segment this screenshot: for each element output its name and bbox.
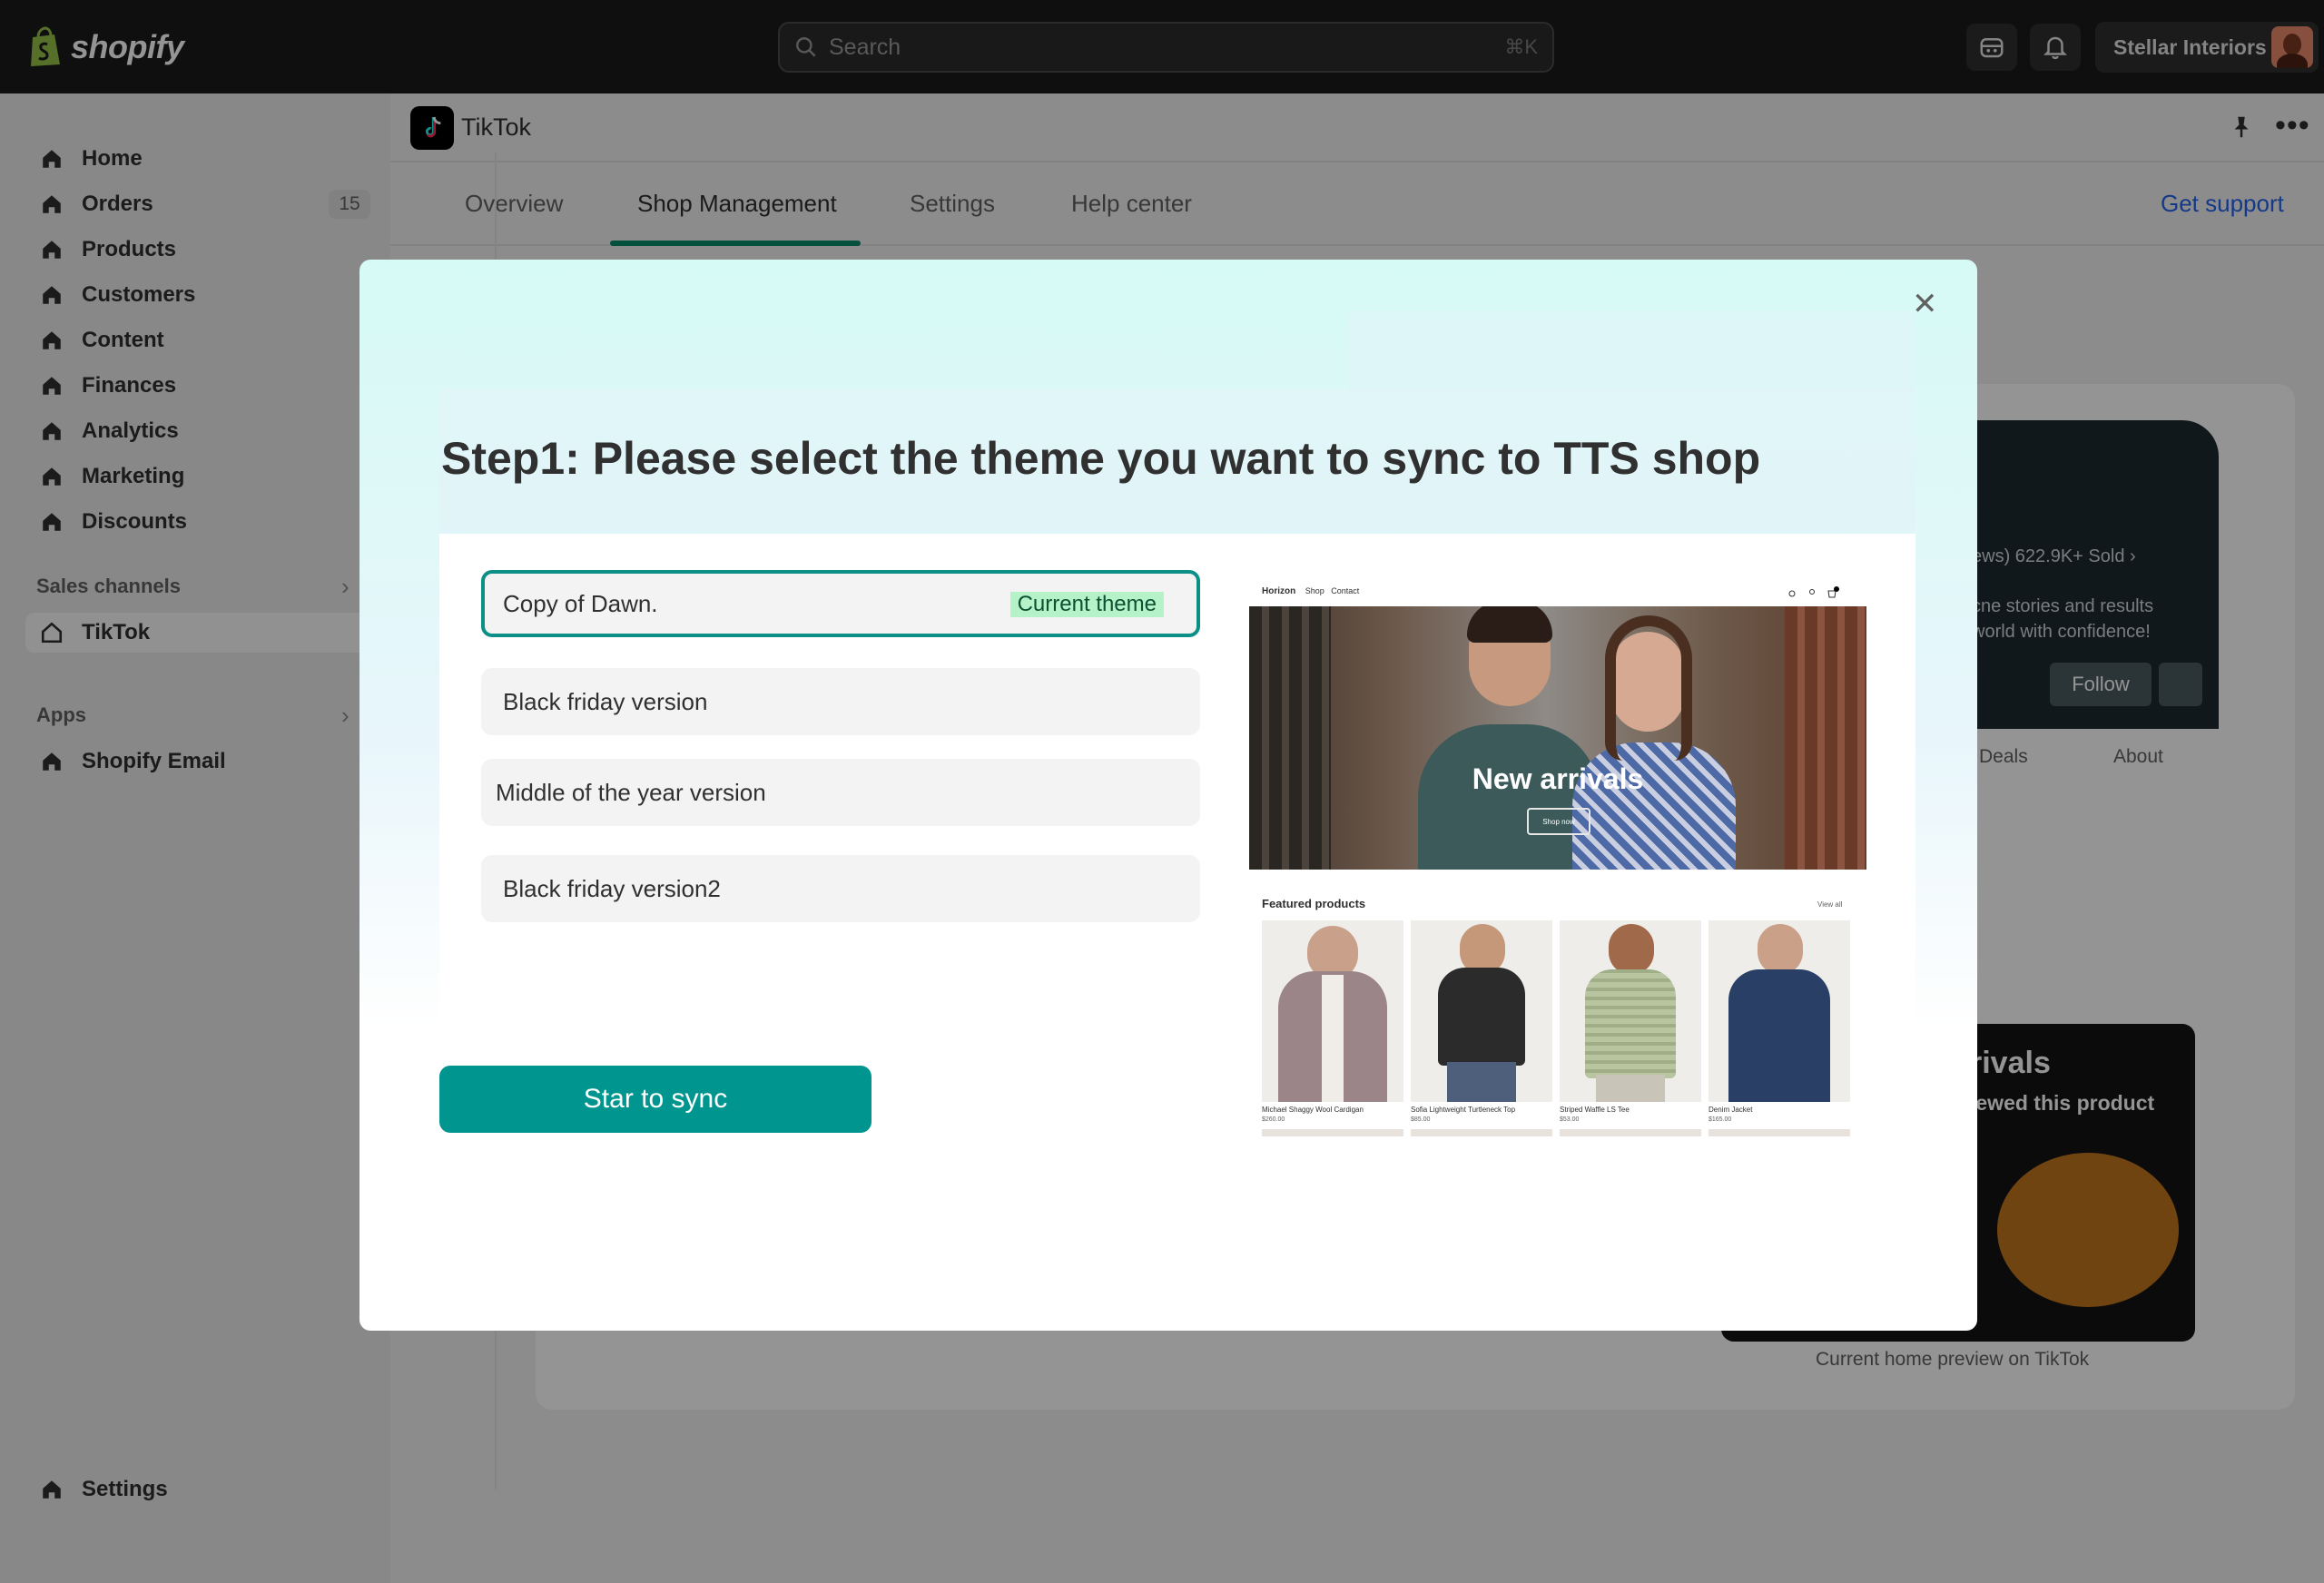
theme-option-black-friday-2[interactable]: Black friday version2 [481,855,1200,922]
preview-product-image [1411,920,1552,1102]
theme-name: Black friday version2 [503,874,721,902]
theme-name: Middle of the year version [496,778,766,806]
preview-hero-text: New arrivals [1472,762,1644,795]
preview-product-row-2 [1560,1129,1701,1136]
preview-product-row-2 [1709,1129,1850,1136]
preview-nav: Horizon Shop Contact [1262,586,1360,596]
theme-preview: Horizon Shop Contact New arrivals Shop n… [1249,574,1866,1136]
preview-header-icons [1788,586,1839,598]
modal-title: Step1: Please select the theme you want … [441,433,1761,484]
preview-product-price: $165.00 [1709,1116,1732,1123]
decor-panel [1349,310,1915,392]
preview-product-row-2 [1262,1129,1403,1136]
preview-product-price: $85.00 [1411,1116,1431,1123]
preview-product-name: Sofia Lightweight Turtleneck Top [1411,1106,1516,1114]
preview-product-price: $53.00 [1560,1116,1580,1123]
preview-product-price: $260.00 [1262,1116,1285,1123]
preview-product-image [1262,920,1403,1102]
theme-option-copy-of-dawn[interactable]: Copy of Dawn. Current theme [481,570,1200,637]
preview-view-all: View all [1817,900,1843,909]
preview-product-name: Striped Waffle LS Tee [1560,1106,1630,1114]
theme-option-middle-of-year[interactable]: Middle of the year version [481,759,1200,826]
start-sync-button[interactable]: Star to sync [439,1066,872,1133]
theme-name: Black friday version [503,687,708,715]
preview-product-name: Denim Jacket [1709,1106,1753,1114]
preview-product-image [1560,920,1701,1102]
theme-name: Copy of Dawn. [503,589,658,617]
theme-sync-modal: ✕ Step1: Please select the theme you wan… [359,260,1977,1331]
preview-product-image [1709,920,1850,1102]
preview-featured-title: Featured products [1262,897,1366,910]
preview-product-row-2 [1411,1129,1552,1136]
preview-hero-image: New arrivals Shop now [1249,606,1866,870]
preview-product-name: Michael Shaggy Wool Cardigan [1262,1106,1364,1114]
preview-hero-button: Shop now [1527,808,1590,835]
current-theme-badge: Current theme [1009,592,1164,617]
theme-option-black-friday[interactable]: Black friday version [481,668,1200,735]
close-icon[interactable]: ✕ [1912,289,1938,320]
